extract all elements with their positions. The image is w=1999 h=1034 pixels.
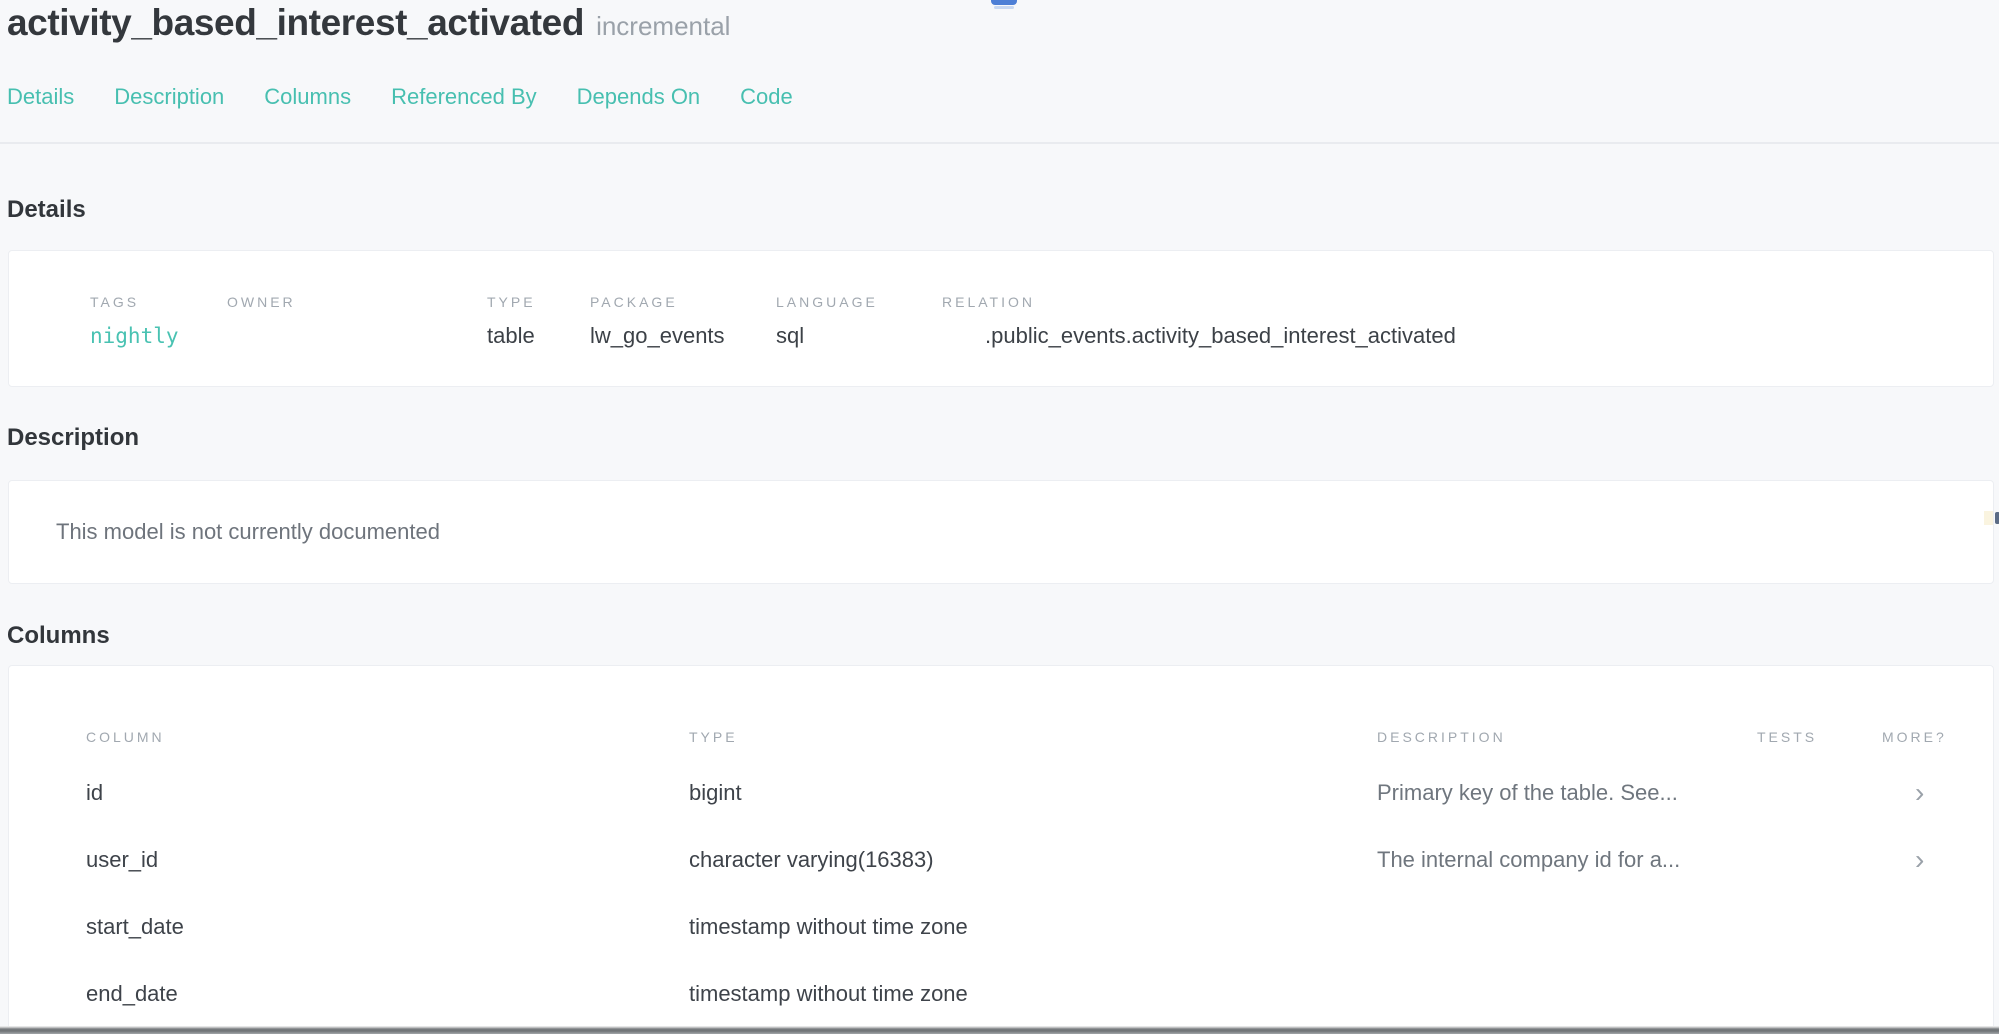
table-row-start-date[interactable]: start_date timestamp without time zone [86, 893, 1993, 960]
section-tab-bar: Details Description Columns Referenced B… [7, 84, 793, 110]
cell-data-type: timestamp without time zone [689, 914, 1377, 940]
field-relation-value: .public_events.activity_based_interest_a… [942, 323, 1993, 349]
field-language: LANGUAGE sql [776, 294, 942, 349]
header-description: DESCRIPTION [1377, 729, 1757, 745]
field-tags: TAGS nightly [90, 294, 227, 349]
field-type: TYPE table [487, 294, 590, 349]
page-title: activity_based_interest_activated [7, 2, 584, 43]
chevron-right-icon[interactable]: › [1915, 844, 1924, 875]
table-row-end-date[interactable]: end_date timestamp without time zone [86, 960, 1993, 1027]
tab-details[interactable]: Details [7, 84, 74, 110]
details-section-heading: Details [7, 196, 86, 224]
cell-column-name: id [86, 780, 689, 806]
cell-data-type: bigint [689, 780, 1377, 806]
details-fields: TAGS nightly OWNER TYPE table PACKAGE lw… [9, 251, 1993, 349]
columns-section-heading: Columns [7, 622, 110, 650]
cutoff-blue-link[interactable] [991, 0, 1017, 5]
cell-description: Primary key of the table. See... [1377, 780, 1757, 806]
description-text: This model is not currently documented [9, 481, 1993, 545]
field-package-label: PACKAGE [590, 294, 776, 310]
tag-nightly[interactable]: nightly [90, 323, 227, 349]
table-row-id[interactable]: id bigint Primary key of the table. See.… [86, 759, 1993, 826]
field-owner-value [227, 323, 487, 349]
tab-code[interactable]: Code [740, 84, 793, 110]
header-column: COLUMN [86, 729, 689, 745]
field-package: PACKAGE lw_go_events [590, 294, 776, 349]
field-language-value: sql [776, 323, 942, 349]
materialization-badge: incremental [596, 11, 730, 41]
field-tags-label: TAGS [90, 294, 227, 310]
tab-description[interactable]: Description [114, 84, 224, 110]
header-tests: TESTS [1757, 729, 1882, 745]
chevron-right-icon[interactable]: › [1915, 777, 1924, 808]
tab-referenced-by[interactable]: Referenced By [391, 84, 537, 110]
cell-description: The internal company id for a... [1377, 847, 1757, 873]
columns-table-header-row: COLUMN TYPE DESCRIPTION TESTS MORE? [86, 729, 1993, 745]
table-row-user-id[interactable]: user_id character varying(16383) The int… [86, 826, 1993, 893]
field-relation-label: RELATION [942, 294, 1993, 310]
columns-table: COLUMN TYPE DESCRIPTION TESTS MORE? id b… [9, 666, 1993, 1027]
cell-data-type: character varying(16383) [689, 847, 1377, 873]
details-card: TAGS nightly OWNER TYPE table PACKAGE lw… [8, 250, 1994, 387]
page-header: activity_based_interest_activated increme… [7, 2, 730, 44]
field-type-label: TYPE [487, 294, 590, 310]
field-relation: RELATION .public_events.activity_based_i… [942, 294, 1993, 349]
field-language-label: LANGUAGE [776, 294, 942, 310]
cell-column-name: end_date [86, 981, 689, 1007]
cutoff-edit-button[interactable] [1995, 512, 1999, 524]
field-owner: OWNER [227, 294, 487, 349]
description-section-heading: Description [7, 424, 139, 452]
field-owner-label: OWNER [227, 294, 487, 310]
field-type-value: table [487, 323, 590, 349]
columns-card: COLUMN TYPE DESCRIPTION TESTS MORE? id b… [8, 665, 1994, 1034]
header-type: TYPE [689, 729, 1377, 745]
cell-data-type: timestamp without time zone [689, 981, 1377, 1007]
tab-depends-on[interactable]: Depends On [577, 84, 701, 110]
field-package-value: lw_go_events [590, 323, 776, 349]
cell-column-name: start_date [86, 914, 689, 940]
cutoff-highlight-fragment [1984, 511, 1993, 525]
header-divider [0, 142, 1999, 144]
description-card: This model is not currently documented [8, 480, 1994, 584]
window-bottom-edge [0, 1026, 1999, 1034]
header-more: MORE? [1882, 729, 1993, 745]
tab-columns[interactable]: Columns [264, 84, 351, 110]
cell-column-name: user_id [86, 847, 689, 873]
